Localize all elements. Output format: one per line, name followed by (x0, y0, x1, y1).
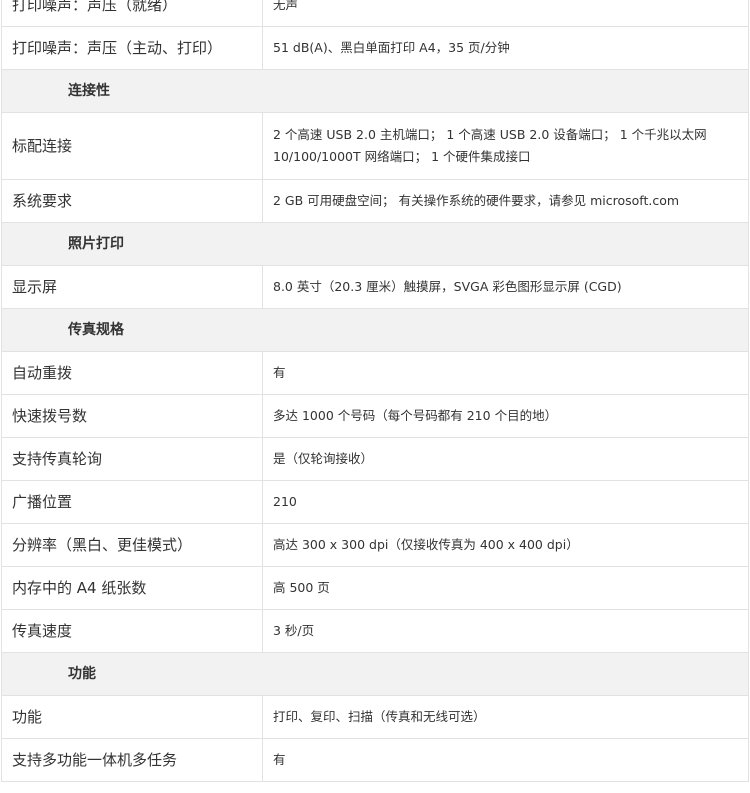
spec-label: 内存中的 A4 纸张数 (1, 566, 263, 610)
spec-value: 有 (262, 351, 749, 395)
spec-value: 多达 1000 个号码（每个号码都有 210 个目的地） (262, 394, 749, 438)
spec-label: 打印噪声：声压（就绪） (1, 0, 263, 27)
spec-table: 打印噪声：声压（就绪） 无声 打印噪声：声压（主动、打印） 51 dB(A)、黑… (1, 0, 749, 782)
spec-value: 3 秒/页 (262, 609, 749, 653)
spec-row-fax-speed: 传真速度 3 秒/页 (1, 609, 749, 653)
spec-value: 2 GB 可用硬盘空间； 有关操作系统的硬件要求，请参见 microsoft.c… (262, 179, 749, 223)
spec-value: 无声 (262, 0, 749, 27)
spec-label: 分辨率（黑白、更佳模式） (1, 523, 263, 567)
spec-row-standard-connectivity: 标配连接 2 个高速 USB 2.0 主机端口； 1 个高速 USB 2.0 设… (1, 112, 749, 180)
spec-value: 51 dB(A)、黑白单面打印 A4，35 页/分钟 (262, 26, 749, 70)
spec-row-speed-dials: 快速拨号数 多达 1000 个号码（每个号码都有 210 个目的地） (1, 394, 749, 438)
spec-row-fax-resolution: 分辨率（黑白、更佳模式） 高达 300 x 300 dpi（仅接收传真为 400… (1, 523, 749, 567)
section-header-fax-specs: 传真规格 (1, 308, 749, 352)
spec-label: 快速拨号数 (1, 394, 263, 438)
spec-label: 自动重拨 (1, 351, 263, 395)
spec-row-auto-redial: 自动重拨 有 (1, 351, 749, 395)
spec-value: 有 (262, 738, 749, 782)
spec-row-functions: 功能 打印、复印、扫描（传真和无线可选） (1, 695, 749, 739)
spec-row-display: 显示屏 8.0 英寸（20.3 厘米）触摸屏，SVGA 彩色图形显示屏 (CGD… (1, 265, 749, 309)
section-header-features: 功能 (1, 652, 749, 696)
section-title: 照片打印 (1, 222, 749, 266)
spec-label: 功能 (1, 695, 263, 739)
spec-row-multitasking: 支持多功能一体机多任务 有 (1, 738, 749, 782)
section-title: 连接性 (1, 69, 749, 113)
spec-value: 210 (262, 480, 749, 524)
spec-label: 系统要求 (1, 179, 263, 223)
spec-value: 是（仅轮询接收） (262, 437, 749, 481)
spec-value: 2 个高速 USB 2.0 主机端口； 1 个高速 USB 2.0 设备端口； … (262, 112, 749, 180)
spec-label: 显示屏 (1, 265, 263, 309)
spec-value: 8.0 英寸（20.3 厘米）触摸屏，SVGA 彩色图形显示屏 (CGD) (262, 265, 749, 309)
spec-row-broadcast-locations: 广播位置 210 (1, 480, 749, 524)
spec-value: 高 500 页 (262, 566, 749, 610)
spec-value: 打印、复印、扫描（传真和无线可选） (262, 695, 749, 739)
spec-row-print-noise-active: 打印噪声：声压（主动、打印） 51 dB(A)、黑白单面打印 A4，35 页/分… (1, 26, 749, 70)
spec-row-system-requirements: 系统要求 2 GB 可用硬盘空间； 有关操作系统的硬件要求，请参见 micros… (1, 179, 749, 223)
section-title: 传真规格 (1, 308, 749, 352)
spec-label: 传真速度 (1, 609, 263, 653)
spec-label: 打印噪声：声压（主动、打印） (1, 26, 263, 70)
section-title: 功能 (1, 652, 749, 696)
spec-row-fax-memory: 内存中的 A4 纸张数 高 500 页 (1, 566, 749, 610)
spec-label: 支持传真轮询 (1, 437, 263, 481)
section-header-connectivity: 连接性 (1, 69, 749, 113)
spec-value: 高达 300 x 300 dpi（仅接收传真为 400 x 400 dpi） (262, 523, 749, 567)
spec-label: 标配连接 (1, 112, 263, 180)
spec-label: 支持多功能一体机多任务 (1, 738, 263, 782)
spec-row-fax-polling: 支持传真轮询 是（仅轮询接收） (1, 437, 749, 481)
spec-label: 广播位置 (1, 480, 263, 524)
spec-row-print-noise-ready: 打印噪声：声压（就绪） 无声 (1, 0, 749, 27)
section-header-photo-printing: 照片打印 (1, 222, 749, 266)
